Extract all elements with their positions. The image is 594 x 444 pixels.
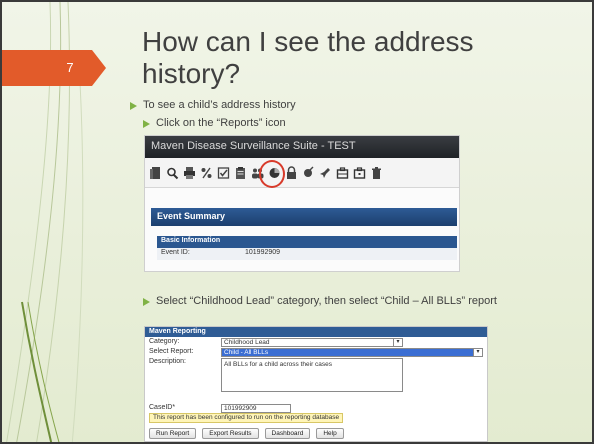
- briefcase-icon[interactable]: [336, 166, 349, 180]
- maven-reporting-screenshot: Maven Reporting Category: Childhood Lead…: [144, 326, 488, 442]
- description-row: Description: All BLLs for a child across…: [145, 357, 487, 401]
- trash-icon[interactable]: [370, 166, 383, 180]
- flask-icon[interactable]: [302, 166, 315, 180]
- reporting-notice: This report has been configured to run o…: [149, 413, 344, 423]
- maven-window-body: Event Summary Basic Information Event ID…: [145, 188, 459, 271]
- maven-window-title: Maven Disease Surveillance Suite - TEST: [145, 136, 459, 158]
- slide: 7 How can I see the address history? To …: [0, 0, 594, 444]
- category-select[interactable]: Childhood Lead ▾: [221, 338, 403, 347]
- reporting-header: Maven Reporting: [145, 327, 487, 337]
- chevron-down-icon[interactable]: ▾: [393, 339, 402, 346]
- report-row: Select Report: Child - All BLLs ▾: [145, 347, 487, 357]
- lock-icon[interactable]: [285, 165, 298, 180]
- bullet-text: To see a child’s address history: [143, 99, 296, 111]
- briefcase-alt-icon[interactable]: [353, 166, 366, 180]
- reporting-button-row: Run Report Export Results Dashboard Help: [149, 428, 344, 439]
- caseid-row: CaseID* 101992909: [145, 403, 487, 413]
- bullet-arrow-icon: [130, 102, 137, 110]
- export-results-button[interactable]: Export Results: [202, 428, 259, 439]
- search-icon[interactable]: [166, 166, 179, 180]
- bullet-arrow-icon: [143, 298, 150, 306]
- maven-window-screenshot: Maven Disease Surveillance Suite - TEST …: [144, 135, 460, 272]
- bullet-text: Click on the “Reports” icon: [156, 117, 286, 129]
- category-row: Category: Childhood Lead ▾: [145, 337, 487, 347]
- bullet-text: Select “Childhood Lead” category, then s…: [156, 295, 497, 307]
- category-value: Childhood Lead: [224, 339, 270, 346]
- maven-toolbar: [145, 158, 459, 188]
- category-label: Category:: [149, 338, 180, 345]
- description-label: Description:: [149, 358, 186, 365]
- bullet-3: Select “Childhood Lead” category, then s…: [143, 295, 573, 308]
- pin-icon[interactable]: [319, 166, 332, 180]
- caseid-label: CaseID*: [149, 404, 176, 411]
- help-button[interactable]: Help: [316, 428, 344, 439]
- chevron-down-icon[interactable]: ▾: [473, 349, 482, 356]
- percent-icon[interactable]: [200, 166, 213, 180]
- document-icon[interactable]: [149, 166, 162, 180]
- slide-title: How can I see the address history?: [142, 26, 474, 89]
- checklist-icon[interactable]: [217, 166, 230, 180]
- page-number: 7: [66, 60, 74, 75]
- run-report-button[interactable]: Run Report: [149, 428, 197, 439]
- bullet-1: To see a child’s address history: [130, 99, 296, 111]
- report-select[interactable]: Child - All BLLs ▾: [221, 348, 483, 357]
- bullet-arrow-icon: [143, 120, 150, 128]
- page-number-tag: [2, 50, 106, 86]
- report-label: Select Report:: [149, 348, 194, 355]
- event-id-label: Event ID:: [161, 249, 190, 256]
- event-summary-header[interactable]: Event Summary: [151, 208, 457, 226]
- event-id-row: Event ID: 101992909: [157, 248, 457, 260]
- description-textarea[interactable]: All BLLs for a child across their cases: [221, 358, 403, 392]
- dashboard-button[interactable]: Dashboard: [264, 428, 311, 439]
- print-icon[interactable]: [183, 166, 196, 180]
- basic-information-header[interactable]: Basic Information: [157, 236, 457, 248]
- caseid-input[interactable]: 101992909: [221, 404, 291, 413]
- report-value: Child - All BLLs: [224, 349, 269, 356]
- bullet-2: Click on the “Reports” icon: [143, 117, 286, 129]
- event-id-value: 101992909: [245, 249, 281, 256]
- clipboard-icon[interactable]: [234, 166, 247, 180]
- reports-highlight-circle: [259, 160, 285, 188]
